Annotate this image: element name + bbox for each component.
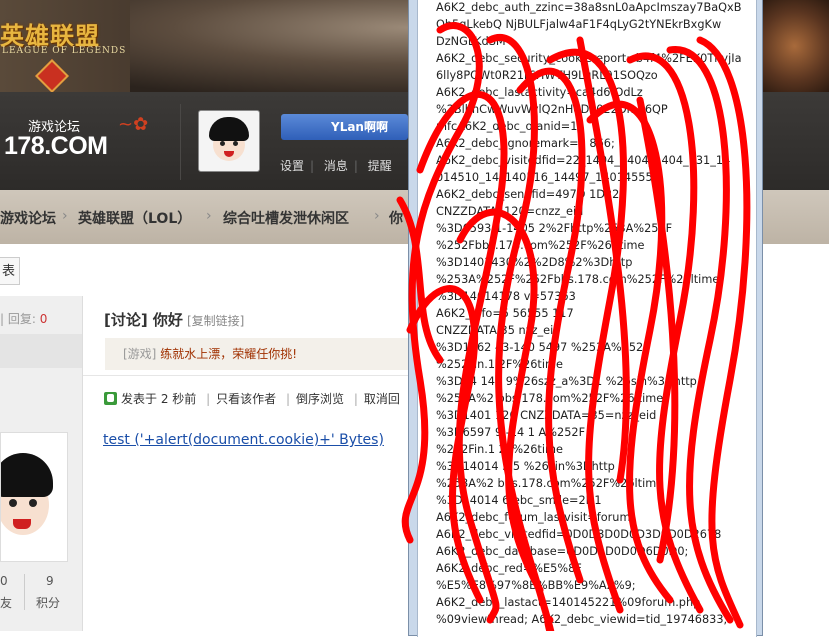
reminders-link[interactable]: 提醒 xyxy=(368,159,392,173)
breadcrumb-thread[interactable]: 你 xyxy=(389,208,403,228)
chevron-right-icon: › xyxy=(206,208,212,224)
banner-artwork-right xyxy=(760,0,829,92)
notice-tag: [游戏] xyxy=(123,347,157,361)
author-column-band xyxy=(0,334,82,368)
site-logo-en: 178.COM xyxy=(4,132,108,160)
breadcrumb-game-forum[interactable]: 游戏论坛 xyxy=(0,208,56,228)
points-label: 积分 xyxy=(36,596,61,610)
new-post-button[interactable]: 表 xyxy=(0,257,20,285)
forum-notice[interactable]: [游戏] 练就水上漂，荣耀任你挑! xyxy=(105,338,415,370)
logo-gem-icon xyxy=(35,59,69,92)
logo-swirl-icon: ~✿ xyxy=(118,114,149,135)
thread-stats: | 回复: 0 xyxy=(0,312,48,326)
site-logo[interactable]: 游戏论坛 ~✿ 178.COM xyxy=(0,110,170,170)
settings-link[interactable]: 设置 xyxy=(280,159,304,173)
chevron-right-icon: › xyxy=(62,208,68,224)
chevron-right-icon: › xyxy=(374,208,380,224)
username-button[interactable]: YLan啊啊 xyxy=(281,114,408,140)
post-meta: 发表于 2 秒前 | 只看该作者 | 倒序浏览 | 取消回 xyxy=(104,390,400,407)
post-title: [讨论] 你好 [复制链接] xyxy=(104,311,245,329)
author-avatar-face-icon xyxy=(1,453,55,543)
posted-time: 发表于 2 秒前 xyxy=(121,392,197,406)
reverse-order-link[interactable]: 倒序浏览 xyxy=(296,392,344,406)
author-avatar[interactable] xyxy=(0,432,68,562)
lol-logo[interactable]: 英雄联盟 LEAGUE OF LEGENDS xyxy=(0,6,130,92)
avatar-face-icon xyxy=(209,117,249,165)
reply-count: 0 xyxy=(39,312,48,326)
user-links: 设置 | 消息 | 提醒 xyxy=(280,159,392,173)
cookie-text: A6K2_debc_auth_zzinc=38a8snL0aApcImszay7… xyxy=(436,1,742,626)
breadcrumb-subforum[interactable]: 综合吐槽发泄休闲区 xyxy=(223,208,349,228)
notice-message[interactable]: 练就水上漂，荣耀任你挑! xyxy=(160,347,297,361)
divider xyxy=(83,375,413,376)
cancel-reply-link[interactable]: 取消回 xyxy=(364,392,400,406)
user-avatar[interactable] xyxy=(198,110,260,172)
copy-link-button[interactable]: [复制链接] xyxy=(187,314,244,328)
alert-dialog-body: A6K2_debc_auth_zzinc=38a8snL0aApcImszay7… xyxy=(417,0,757,637)
header-divider xyxy=(180,104,181,180)
friends-count[interactable]: 0 xyxy=(0,574,8,588)
lol-logo-subtitle: LEAGUE OF LEGENDS xyxy=(2,46,127,56)
online-status-icon xyxy=(104,392,117,405)
points-count[interactable]: 9 xyxy=(46,574,54,588)
friends-label: 友 xyxy=(0,596,13,610)
breadcrumb-lol[interactable]: 英雄联盟（LOL） xyxy=(78,208,191,228)
only-author-link[interactable]: 只看该作者 xyxy=(216,392,276,406)
post-body-link[interactable]: test ('+alert(document.cookie)+' Bytes) xyxy=(103,432,384,448)
alert-dialog: A6K2_debc_auth_zzinc=38a8snL0aApcImszay7… xyxy=(408,0,763,637)
messages-link[interactable]: 消息 xyxy=(324,159,348,173)
